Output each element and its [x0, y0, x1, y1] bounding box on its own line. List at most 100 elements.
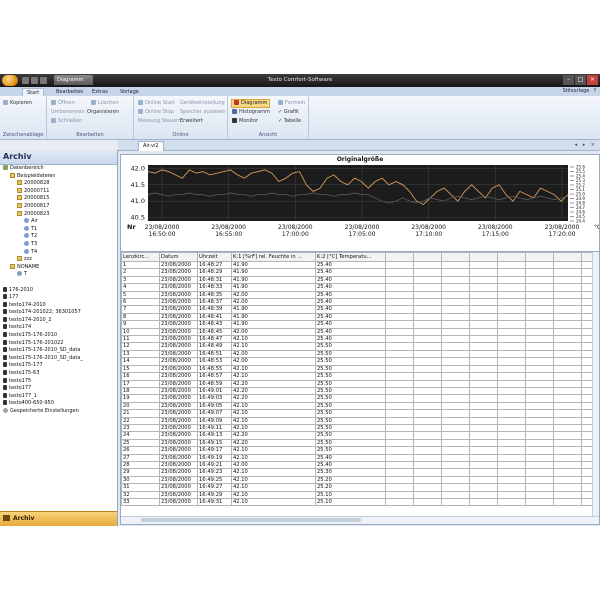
graphic-checkbox[interactable]: ✓ Grafik	[278, 109, 299, 116]
table-row[interactable]: 5 23/08/2000 16:48:35 42.00 25.40	[121, 290, 594, 300]
table-row[interactable]: 30 23/08/2000 16:49:25 42.10 25.20	[121, 475, 594, 485]
table-row[interactable]: 10 23/08/2000 16:48:45 42.00 25.40	[121, 327, 594, 337]
tree-item[interactable]: Datenbereich	[0, 165, 117, 173]
style-template-dropdown[interactable]: Stilvorlage	[563, 88, 590, 95]
table-row[interactable]: 4 23/08/2000 16:48:33 41.90 25.40	[121, 283, 594, 292]
column-header[interactable]: K:2 [°C] Temperatu...	[315, 252, 386, 262]
maximize-button[interactable]: □	[575, 75, 586, 85]
table-row[interactable]: 32 23/08/2000 16:49:29 42.10 25.10	[121, 490, 594, 500]
advanced-button[interactable]: Erweitert	[180, 118, 203, 125]
close-doc-button[interactable]: Schließen	[51, 118, 82, 125]
table-row[interactable]: 21 23/08/2000 16:49:07 42.10 25.50	[121, 409, 594, 418]
table-row[interactable]: 7 23/08/2000 16:48:39 41.90 25.40	[121, 305, 594, 314]
online-start-button[interactable]: Online Start	[138, 100, 175, 107]
tree-item[interactable]: testo174-2010	[0, 301, 117, 310]
delete-button[interactable]: Löschen	[91, 100, 119, 107]
read-memory-button[interactable]: Speicher auslesen	[180, 109, 226, 116]
tree-item[interactable]: 176-2010	[0, 286, 117, 295]
table-row[interactable]: 26 23/08/2000 16:49:17 42.10 25.50	[121, 446, 594, 455]
tree-item[interactable]: testo175	[0, 377, 117, 386]
diagram-view-button[interactable]: Diagramm	[231, 99, 271, 108]
table-row[interactable]: 22 23/08/2000 16:49:09 42.10 25.50	[121, 416, 594, 425]
line-chart[interactable]: 42.041.541.040.523/08/200016:50:0023/08/…	[121, 155, 599, 251]
tab-bearbeiten[interactable]: Bearbeiten	[52, 88, 87, 96]
tree-item[interactable]: T4	[0, 248, 117, 257]
table-row[interactable]: 14 23/08/2000 16:48:53 42.00 25.50	[121, 357, 594, 366]
tree-item[interactable]: testo177	[0, 385, 117, 393]
tree-item[interactable]: testo174-2010_2	[0, 316, 117, 325]
tree-item[interactable]: T3	[0, 240, 117, 249]
organize-button[interactable]: Organisieren	[87, 109, 119, 116]
table-row[interactable]: 24 23/08/2000 16:49:13 42.20 25.50	[121, 431, 594, 440]
table-row[interactable]: 33 23/08/2000 16:49:31 42.10 25.10	[121, 497, 594, 507]
tree-item[interactable]: 20000817	[0, 202, 117, 211]
table-row[interactable]: 9 23/08/2000 16:48:43 41.90 25.40	[121, 320, 594, 329]
table-row[interactable]: 17 23/08/2000 16:48:59 42.20 25.50	[121, 379, 594, 388]
table-row[interactable]: 6 23/08/2000 16:48:37 42.00 25.40	[121, 298, 594, 307]
table-row[interactable]: 20 23/08/2000 16:49:05 42.10 25.50	[121, 401, 594, 411]
tree-item[interactable]: Т	[0, 271, 117, 279]
archive-nav-button[interactable]: Archiv	[0, 511, 117, 526]
scroll-thumb[interactable]	[141, 518, 361, 522]
table-row[interactable]: 1 23/08/2000 16:48:27 41.90 25.40	[121, 260, 594, 270]
open-button[interactable]: Öffnen	[51, 100, 75, 107]
tree-item[interactable]: testo175-176-2010	[0, 332, 117, 340]
tree-item[interactable]: T2	[0, 233, 117, 241]
table-row[interactable]: 31 23/08/2000 16:49:27 42.10 25.20	[121, 483, 594, 492]
vertical-scrollbar[interactable]	[592, 252, 599, 524]
tree-item[interactable]: Beispieldateien	[0, 172, 117, 181]
help-icon[interactable]: ?	[593, 88, 596, 95]
document-tab[interactable]: Air.vi2	[138, 141, 164, 151]
tab-extras[interactable]: Extras	[88, 88, 112, 96]
column-header[interactable]: K:1 [%rF] rel. Feuchte in ...	[231, 252, 316, 262]
tree-item[interactable]: Air	[0, 218, 117, 226]
table-row[interactable]: 3 23/08/2000 16:48:31 41.90 25.40	[121, 275, 594, 285]
copy-button[interactable]: Kopieren	[3, 100, 32, 107]
tree-item[interactable]: testo175-176-2010_SD_data	[0, 347, 117, 355]
table-row[interactable]: 13 23/08/2000 16:48:51 42.00 25.50	[121, 349, 594, 359]
tree-item[interactable]: 20000828	[0, 180, 117, 188]
table-checkbox[interactable]: ✓ Tabelle	[278, 118, 301, 125]
tree-item[interactable]: 20000711	[0, 187, 117, 196]
table-row[interactable]: 28 23/08/2000 16:49:21 42.00 25.40	[121, 460, 594, 470]
table-row[interactable]: 12 23/08/2000 16:48:49 42.10 25.50	[121, 342, 594, 351]
table-row[interactable]: 18 23/08/2000 16:49:01 42.20 25.50	[121, 386, 594, 396]
table-row[interactable]: 23 23/08/2000 16:49:11 42.10 25.50	[121, 423, 594, 433]
tree-item[interactable]: T1	[0, 225, 117, 234]
tree-item[interactable]: testo400-650-950	[0, 400, 117, 408]
table-row[interactable]: 15 23/08/2000 16:48:55 42.10 25.50	[121, 364, 594, 374]
monitor-view-button[interactable]: Monitor	[232, 118, 258, 125]
tab-vorlage[interactable]: Vorlage	[116, 88, 143, 96]
horizontal-scrollbar[interactable]	[121, 516, 599, 524]
column-header[interactable]: Datum	[159, 252, 198, 262]
table-row[interactable]: 27 23/08/2000 16:49:19 42.10 25.40	[121, 453, 594, 462]
tree-item[interactable]: 177	[0, 294, 117, 302]
column-header[interactable]: Lenzkirc...	[121, 252, 160, 262]
tree-item[interactable]: zzz	[0, 256, 117, 264]
tree-item[interactable]: NONAME	[0, 263, 117, 272]
tree-item[interactable]: testo175-176-2010_SD_data_	[0, 354, 117, 363]
formula-button[interactable]: Formeln	[278, 100, 305, 107]
table-row[interactable]: 16 23/08/2000 16:48:57 42.10 25.50	[121, 372, 594, 381]
minimize-button[interactable]: –	[563, 75, 574, 85]
column-header[interactable]: Uhrzeit	[197, 252, 232, 262]
table-row[interactable]: 25 23/08/2000 16:49:15 42.20 25.50	[121, 438, 594, 448]
rename-button[interactable]: Umbenennen	[51, 109, 85, 116]
tree-item[interactable]: testo174	[0, 324, 117, 332]
tab-nav-controls[interactable]: ◂ ▸ ×	[575, 141, 597, 149]
table-row[interactable]: 29 23/08/2000 16:49:23 42.10 25.30	[121, 468, 594, 477]
tree-item[interactable]: testo175-177	[0, 362, 117, 370]
tree-item[interactable]: testo177_1	[0, 392, 117, 401]
measurement-control-button[interactable]: Messung Steuern	[138, 118, 181, 125]
table-row[interactable]: 19 23/08/2000 16:49:03 42.20 25.50	[121, 394, 594, 403]
online-stop-button[interactable]: Online Stop	[138, 109, 174, 116]
histogram-view-button[interactable]: Histogramm	[232, 109, 270, 116]
tree-item[interactable]: 20000815	[0, 195, 117, 203]
table-row[interactable]: 2 23/08/2000 16:48:29 41.90 25.40	[121, 268, 594, 277]
tree-item[interactable]: testo175-63	[0, 370, 117, 378]
tree-item[interactable]: testo175-176-201022	[0, 339, 117, 348]
tree-item[interactable]: 20000823	[0, 210, 117, 219]
device-settings-button[interactable]: Geräteeinstellung	[180, 100, 225, 107]
table-row[interactable]: 8 23/08/2000 16:48:41 41.90 25.40	[121, 312, 594, 322]
tree-item[interactable]: testo174-201022; 36301057	[0, 309, 117, 317]
